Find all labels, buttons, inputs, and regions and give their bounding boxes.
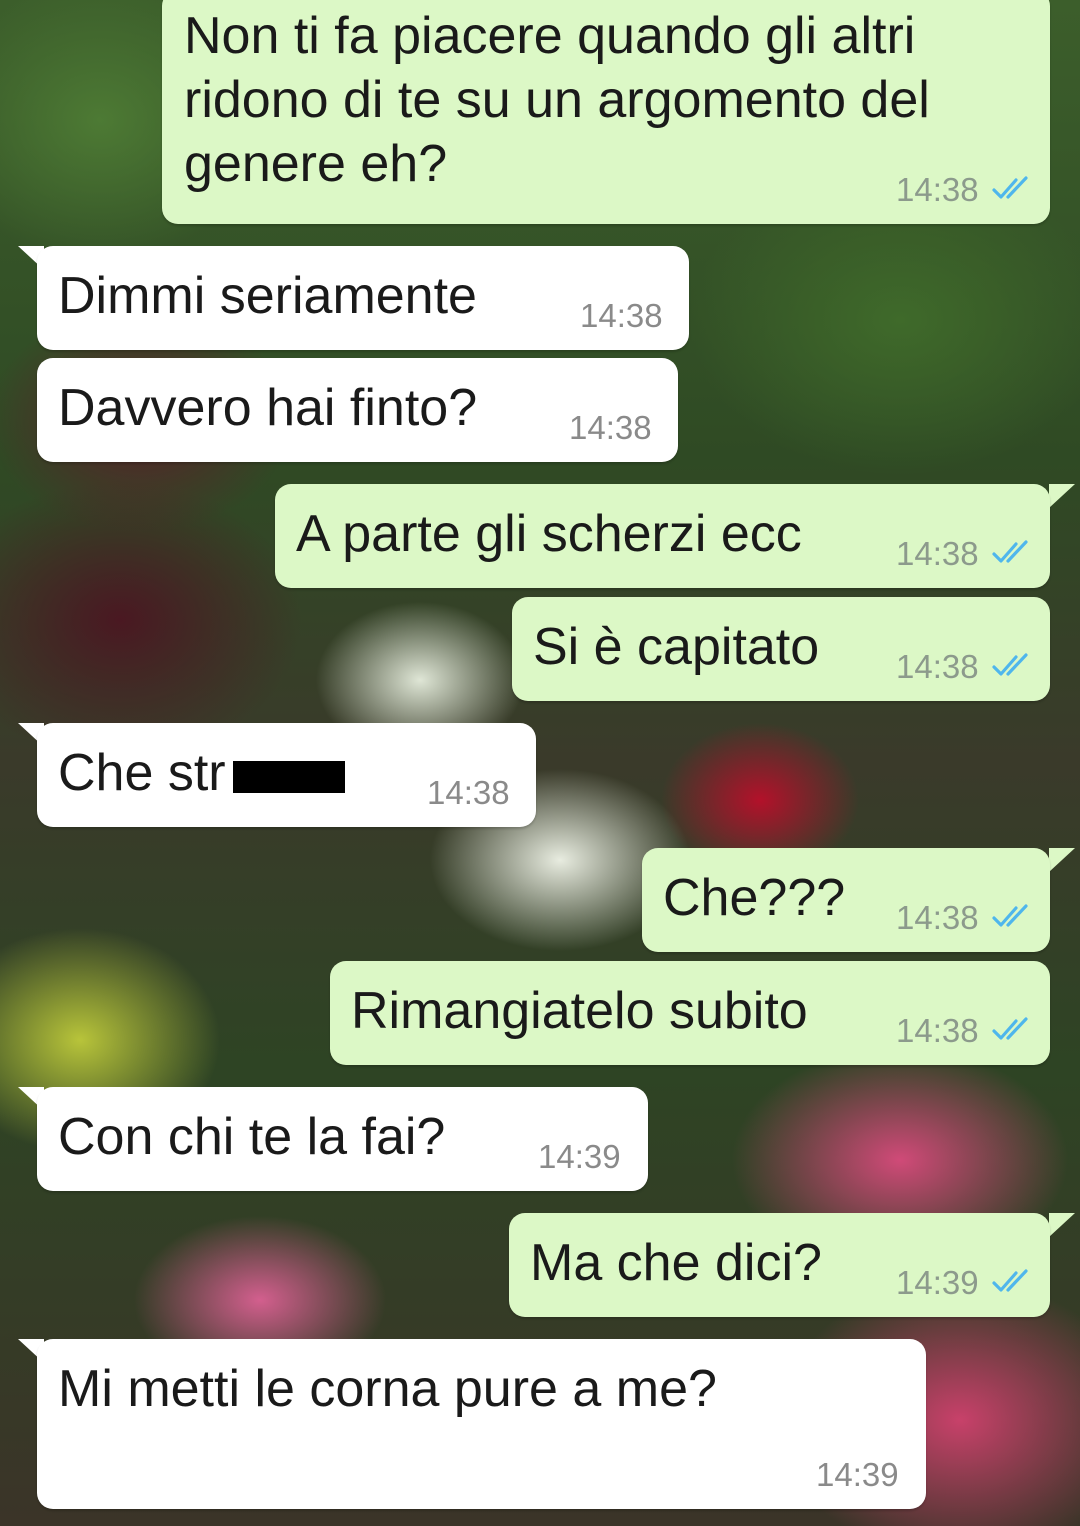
- double-check-icon: [992, 653, 1028, 676]
- message-time: 14:38: [896, 535, 979, 572]
- outgoing-message[interactable]: Non ti fa piacere quando gli altri ridon…: [162, 0, 1050, 224]
- message-text: Si è capitato: [533, 618, 820, 676]
- message-text: Davvero hai finto?: [58, 379, 478, 437]
- double-check-icon: [992, 540, 1028, 563]
- incoming-message[interactable]: Mi metti le corna pure a me? 14:39: [37, 1339, 926, 1509]
- outgoing-message[interactable]: Che??? 14:38: [642, 848, 1050, 952]
- message-text: Non ti fa piacere quando gli altri ridon…: [184, 7, 930, 193]
- message-time: 14:38: [896, 171, 979, 208]
- bubble-tail: [1049, 1213, 1075, 1237]
- message-text: Che str: [58, 744, 226, 802]
- double-check-icon: [992, 904, 1028, 927]
- outgoing-message[interactable]: Rimangiatelo subito 14:38: [330, 961, 1050, 1065]
- message-text: Mi metti le corna pure a me?: [58, 1360, 717, 1418]
- redaction-bar: [233, 761, 345, 793]
- double-check-icon: [992, 1269, 1028, 1292]
- message-text: Rimangiatelo subito: [351, 982, 808, 1040]
- double-check-icon: [992, 1017, 1028, 1040]
- message-text: Che???: [663, 869, 846, 927]
- message-text: Dimmi seriamente: [58, 267, 477, 325]
- message-time: 14:38: [580, 297, 663, 334]
- bubble-tail: [1049, 848, 1075, 872]
- message-time: 14:39: [896, 1264, 979, 1301]
- outgoing-message[interactable]: Ma che dici? 14:39: [509, 1213, 1050, 1317]
- message-time: 14:39: [816, 1456, 899, 1493]
- incoming-message[interactable]: Con chi te la fai? 14:39: [37, 1087, 648, 1191]
- outgoing-message[interactable]: Si è capitato 14:38: [512, 597, 1050, 701]
- message-text: Ma che dici?: [530, 1234, 822, 1292]
- message-time: 14:38: [896, 648, 979, 685]
- incoming-message[interactable]: Davvero hai finto? 14:38: [37, 358, 678, 462]
- outgoing-message[interactable]: A parte gli scherzi ecc 14:38: [275, 484, 1050, 588]
- double-check-icon: [992, 176, 1028, 199]
- bubble-tail: [1049, 484, 1075, 508]
- incoming-message[interactable]: Che str 14:38: [37, 723, 536, 827]
- message-time: 14:38: [896, 1012, 979, 1049]
- message-text: A parte gli scherzi ecc: [296, 505, 802, 563]
- message-time: 14:38: [427, 774, 510, 811]
- message-time: 14:38: [896, 899, 979, 936]
- message-text: Con chi te la fai?: [58, 1108, 446, 1166]
- message-time: 14:39: [538, 1138, 621, 1175]
- message-time: 14:38: [569, 409, 652, 446]
- incoming-message[interactable]: Dimmi seriamente 14:38: [37, 246, 689, 350]
